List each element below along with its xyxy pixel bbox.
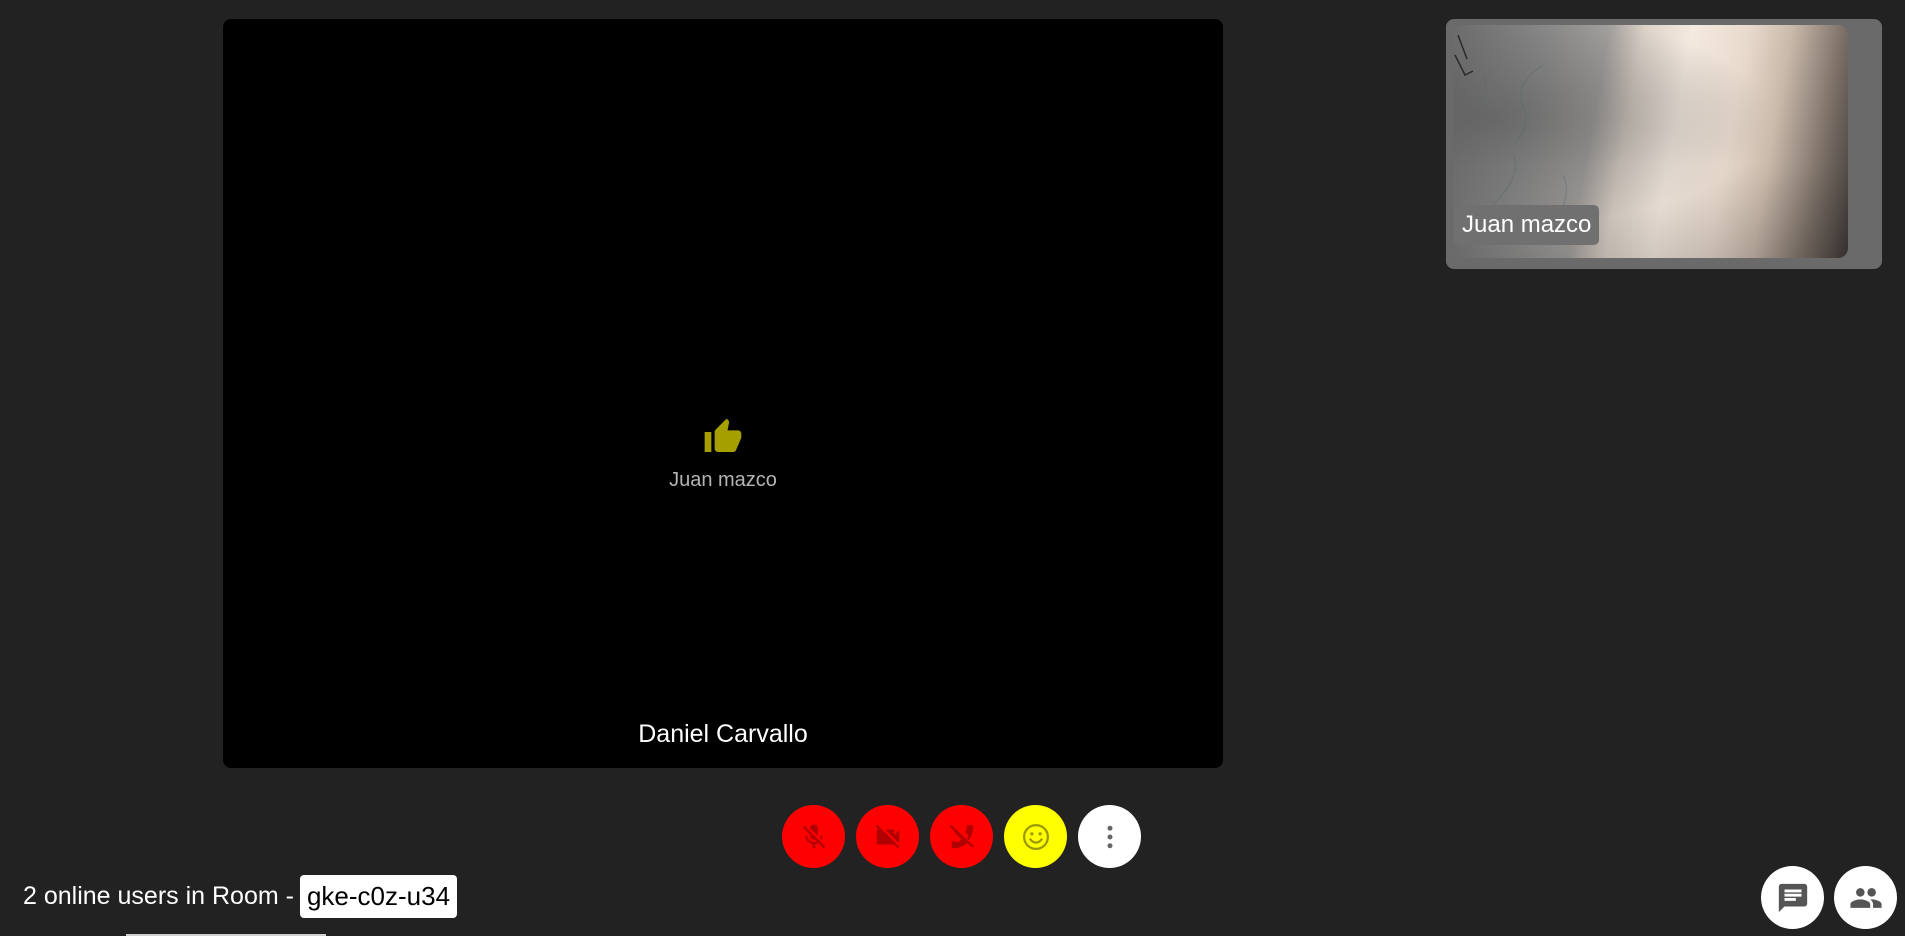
mic-toggle-button[interactable] <box>782 805 845 868</box>
thumbnail-participant-name: Juan mazco <box>1454 205 1600 245</box>
participant-thumbnail[interactable]: Juan mazco <box>1446 19 1882 269</box>
room-code[interactable]: gke-c0z-u34 <box>299 875 458 918</box>
call-controls <box>782 805 1141 868</box>
chat-icon <box>1778 883 1807 912</box>
more-options-button[interactable] <box>1078 805 1141 868</box>
main-participant-name: Daniel Carvallo <box>638 720 808 748</box>
meeting-stage: Juan mazco Daniel Carvallo Juan mazco 2 … <box>0 0 1905 936</box>
hang-up-button[interactable] <box>930 805 993 868</box>
people-icon <box>1849 887 1882 908</box>
mic-off-icon <box>802 824 825 848</box>
participants-button[interactable] <box>1834 866 1897 929</box>
videocam-off-icon <box>875 824 899 848</box>
call-end-icon <box>949 824 974 848</box>
reaction-sender-name: Juan mazco <box>669 469 777 491</box>
chat-button[interactable] <box>1761 866 1824 929</box>
thumbs-up-icon <box>704 418 742 452</box>
camera-toggle-button[interactable] <box>856 805 919 868</box>
online-users-text: 2 online users in Room - <box>23 882 294 910</box>
main-video-tile[interactable]: Juan mazco Daniel Carvallo <box>223 19 1223 768</box>
room-info: 2 online users in Room - gke-c0z-u34 <box>23 875 458 918</box>
reaction-overlay: Juan mazco <box>603 417 843 492</box>
more-vert-icon <box>1107 825 1112 848</box>
reactions-button[interactable] <box>1004 805 1067 868</box>
smiley-icon <box>1022 823 1049 850</box>
